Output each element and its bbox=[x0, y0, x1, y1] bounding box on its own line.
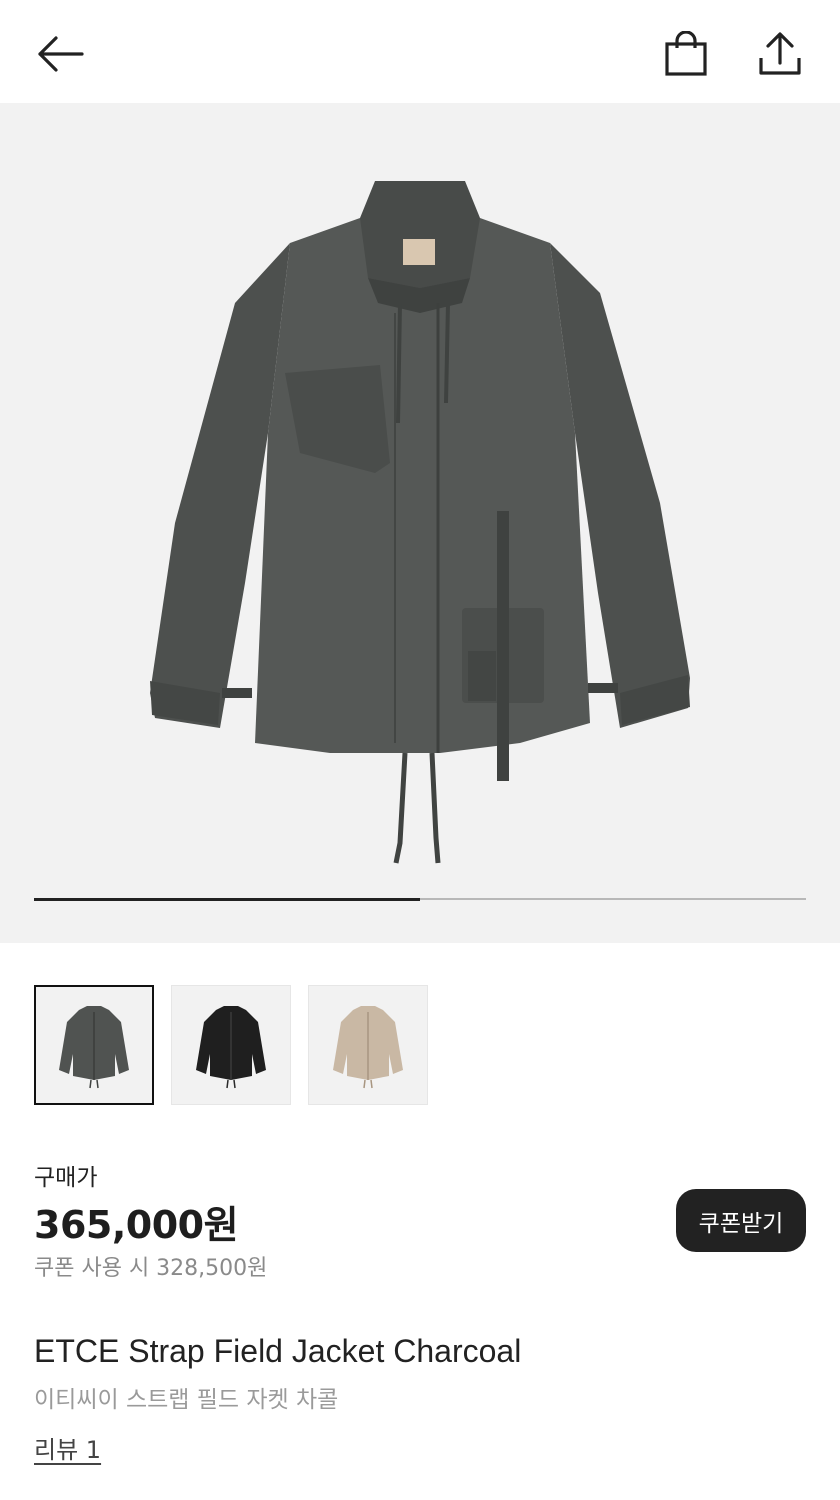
get-coupon-button[interactable]: 쿠폰받기 bbox=[676, 1189, 806, 1252]
thumbnail-beige[interactable] bbox=[308, 985, 428, 1105]
jacket-beige-image bbox=[333, 1006, 403, 1089]
price-label: 구매가 bbox=[34, 1165, 98, 1191]
product-image-carousel[interactable] bbox=[0, 103, 840, 943]
product-price: 365,000원 bbox=[34, 1203, 239, 1247]
share-button[interactable] bbox=[752, 26, 808, 82]
jacket-black-image bbox=[196, 1006, 266, 1089]
top-bar bbox=[0, 0, 840, 103]
carousel-progress-fill bbox=[34, 897, 420, 901]
back-button[interactable] bbox=[31, 26, 87, 82]
share-upload-icon bbox=[759, 32, 801, 75]
product-name-ko: 이티씨이 스트랩 필드 자켓 차콜 bbox=[34, 1387, 339, 1413]
arrow-left-icon bbox=[38, 36, 84, 72]
product-image bbox=[150, 181, 690, 864]
color-thumbnail-list bbox=[34, 985, 428, 1105]
thumbnail-black[interactable] bbox=[171, 985, 291, 1105]
coupon-price: 쿠폰 사용 시 328,500원 bbox=[34, 1256, 268, 1281]
carousel-progress-track bbox=[34, 897, 806, 901]
cart-button[interactable] bbox=[658, 26, 714, 82]
shopping-bag-icon bbox=[665, 31, 707, 76]
review-link[interactable]: 리뷰 1 bbox=[34, 1430, 101, 1465]
jacket-charcoal-image bbox=[59, 1006, 129, 1089]
product-name-en: ETCE Strap Field Jacket Charcoal bbox=[34, 1333, 522, 1369]
thumbnail-charcoal[interactable] bbox=[34, 985, 154, 1105]
